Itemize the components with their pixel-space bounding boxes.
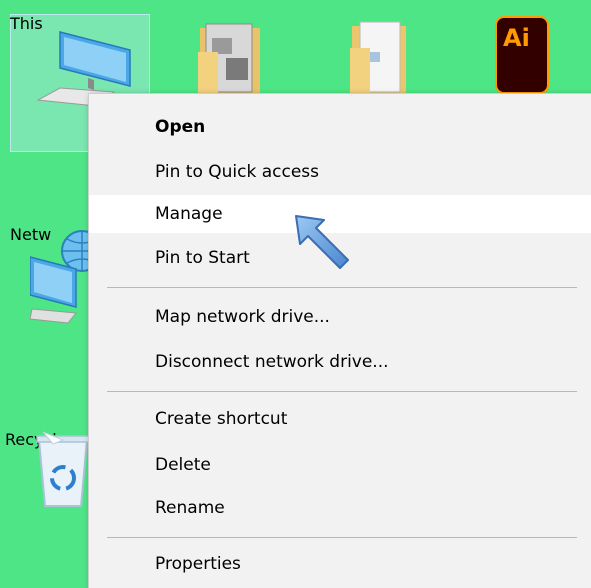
desktop-icon-recycle-bin[interactable]: Recycl — [5, 430, 90, 570]
illustrator-icon-text: Ai — [503, 24, 530, 52]
desktop-icon-network[interactable]: Netw — [10, 225, 103, 355]
recycle-bin-icon — [36, 431, 90, 507]
menu-separator — [107, 537, 577, 538]
desktop-icon-folder-2[interactable] — [340, 18, 420, 98]
menu-separator — [107, 287, 577, 288]
menu-item-disconnect-network-drive[interactable]: Disconnect network drive... — [89, 343, 591, 381]
adobe-illustrator-icon: Ai — [495, 16, 549, 94]
menu-item-delete[interactable]: Delete — [89, 446, 591, 484]
menu-item-map-network-drive[interactable]: Map network drive... — [89, 298, 591, 336]
desktop-icon-illustrator[interactable]: Ai — [495, 16, 555, 96]
arrow-pointer-icon — [295, 215, 349, 269]
menu-item-pin-quick-access[interactable]: Pin to Quick access — [89, 153, 591, 191]
menu-separator — [107, 391, 577, 392]
menu-item-open[interactable]: Open — [89, 108, 591, 146]
folder-icon — [198, 23, 260, 94]
menu-item-rename[interactable]: Rename — [89, 489, 591, 527]
menu-item-properties[interactable]: Properties — [89, 545, 591, 583]
folder-icon — [350, 21, 406, 94]
context-menu: Open Pin to Quick access Manage Pin to S… — [88, 93, 591, 588]
desktop-icon-folder-1[interactable] — [190, 18, 270, 98]
menu-item-create-shortcut[interactable]: Create shortcut — [89, 400, 591, 438]
